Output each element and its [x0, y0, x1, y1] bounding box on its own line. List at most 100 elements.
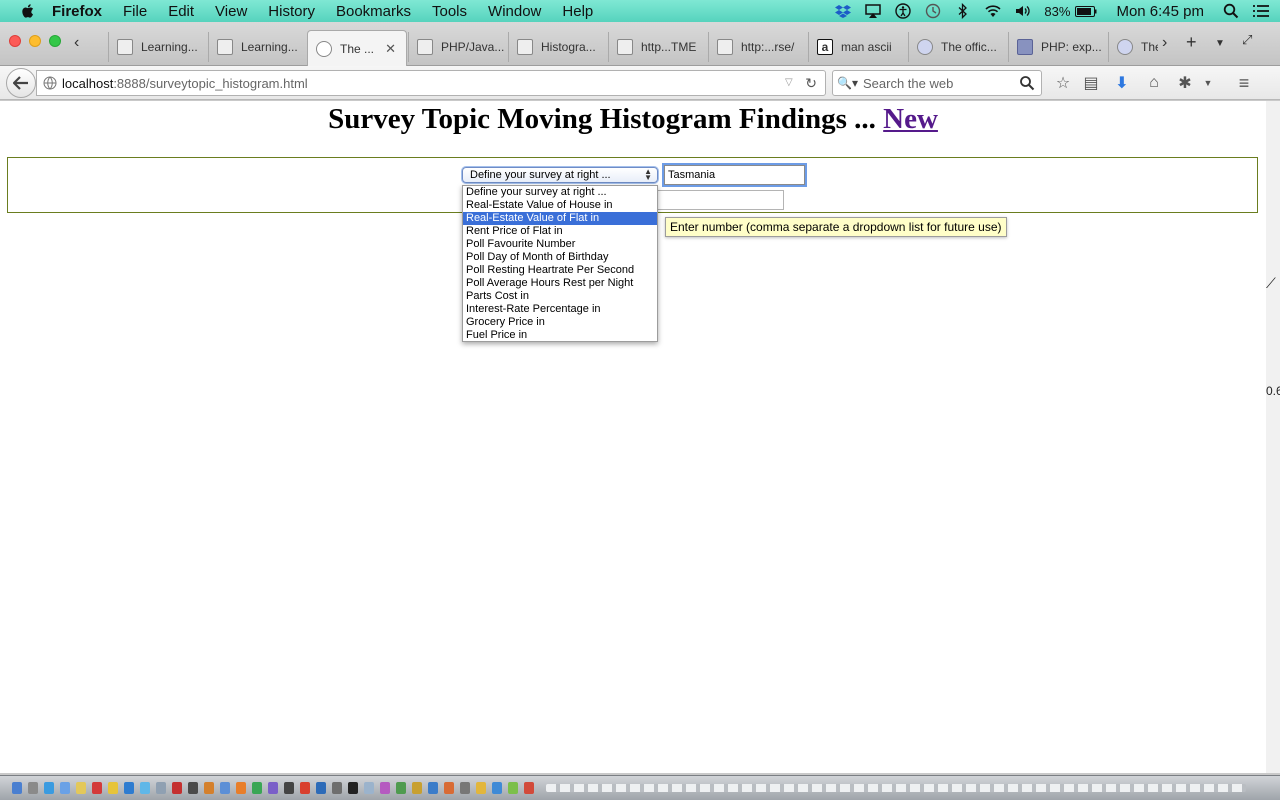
dock-app-icon[interactable]: [412, 782, 422, 794]
battery-icon[interactable]: [1074, 3, 1098, 19]
dropdown-option[interactable]: Interest-Rate Percentage in: [463, 303, 657, 316]
dock-calendar-icon[interactable]: [92, 782, 102, 794]
dock-preview-icon[interactable]: [156, 782, 166, 794]
home-icon[interactable]: ⌂: [1144, 73, 1164, 93]
reload-icon[interactable]: ↻: [805, 75, 817, 92]
dock-terminal-icon[interactable]: [188, 782, 198, 794]
tab-active[interactable]: The ... ✕: [307, 30, 407, 66]
menu-edit[interactable]: Edit: [168, 3, 194, 20]
dock-app-icon[interactable]: [268, 782, 278, 794]
dock-app-icon[interactable]: [396, 782, 406, 794]
tab-php-java[interactable]: PHP/Java...: [408, 32, 506, 62]
menu-window[interactable]: Window: [488, 3, 541, 20]
dock-app-icon[interactable]: [508, 782, 518, 794]
notification-center-icon[interactable]: [1252, 3, 1270, 19]
dropdown-option[interactable]: Define your survey at right ...: [463, 186, 657, 199]
dock-stickies-icon[interactable]: [108, 782, 118, 794]
dock-app-icon[interactable]: [300, 782, 310, 794]
dock-chrome-icon[interactable]: [524, 782, 534, 794]
dock-app-icon[interactable]: [460, 782, 470, 794]
tab-man-ascii[interactable]: a man ascii: [808, 32, 906, 62]
dock-mail-icon[interactable]: [60, 782, 70, 794]
search-bar[interactable]: 🔍▾ Search the web: [832, 70, 1042, 96]
dropdown-option[interactable]: Grocery Price in: [463, 316, 657, 329]
dock-app-icon[interactable]: [204, 782, 214, 794]
url-bar[interactable]: localhost:8888/surveytopic_histogram.htm…: [36, 70, 826, 96]
tabs-scroll-left-icon[interactable]: ‹: [74, 34, 79, 52]
search-engine-icon[interactable]: 🔍▾: [837, 76, 863, 90]
time-machine-icon[interactable]: [924, 3, 942, 19]
dropdown-option[interactable]: Fuel Price in: [463, 329, 657, 342]
dock-minimized-windows[interactable]: [546, 784, 1246, 792]
tab-learning-2[interactable]: Learning...: [208, 32, 306, 62]
dock-app-icon[interactable]: [492, 782, 502, 794]
new-link[interactable]: New: [883, 103, 938, 135]
url-history-dropdown-icon[interactable]: ▽: [785, 77, 795, 88]
minimize-window-button[interactable]: [29, 35, 41, 47]
dock-app-icon[interactable]: [172, 782, 182, 794]
spotlight-icon[interactable]: [1222, 3, 1240, 19]
dock-app-icon[interactable]: [364, 782, 374, 794]
new-tab-icon[interactable]: +: [1186, 32, 1197, 53]
dropdown-option[interactable]: Parts Cost in: [463, 290, 657, 303]
menu-history[interactable]: History: [268, 3, 315, 20]
tab-official[interactable]: The offic...: [908, 32, 1006, 62]
dock-firefox-icon[interactable]: [236, 782, 246, 794]
dock-app-store-icon[interactable]: [124, 782, 134, 794]
menu-file[interactable]: File: [123, 3, 147, 20]
dropdown-option[interactable]: Poll Average Hours Rest per Night: [463, 277, 657, 290]
dropdown-option[interactable]: Real-Estate Value of House in: [463, 199, 657, 212]
dock-app-icon[interactable]: [252, 782, 262, 794]
dock-app-icon[interactable]: [444, 782, 454, 794]
menu-app-firefox[interactable]: Firefox: [52, 3, 102, 20]
dock-app-icon[interactable]: [476, 782, 486, 794]
tab-php-exp[interactable]: PHP: exp...: [1008, 32, 1106, 62]
dropdown-option-selected[interactable]: Real-Estate Value of Flat in: [463, 212, 657, 225]
addon-icon[interactable]: ✱: [1175, 73, 1195, 93]
dropdown-option[interactable]: Poll Favourite Number: [463, 238, 657, 251]
dock-safari-icon[interactable]: [44, 782, 54, 794]
menu-help[interactable]: Help: [562, 3, 593, 20]
zoom-window-button[interactable]: [49, 35, 61, 47]
dock-app-icon[interactable]: [316, 782, 326, 794]
dock-app-icon[interactable]: [284, 782, 294, 794]
addon-dropdown-icon[interactable]: ▼: [1198, 73, 1218, 93]
close-window-button[interactable]: [9, 35, 21, 47]
apple-icon[interactable]: [18, 3, 38, 19]
dock-notes-icon[interactable]: [76, 782, 86, 794]
dock-app-icon[interactable]: [380, 782, 390, 794]
dropdown-option[interactable]: Poll Day of Month of Birthday: [463, 251, 657, 264]
list-all-tabs-icon[interactable]: ▼: [1215, 38, 1225, 49]
close-tab-icon[interactable]: ✕: [385, 41, 396, 57]
tab-histogram[interactable]: Histogra...: [508, 32, 606, 62]
search-icon[interactable]: [1019, 75, 1035, 91]
bookmark-star-icon[interactable]: ☆: [1053, 73, 1073, 93]
dock-launchpad-icon[interactable]: [28, 782, 38, 794]
bookmarks-menu-icon[interactable]: ▤: [1081, 73, 1101, 93]
bluetooth-icon[interactable]: [954, 3, 972, 19]
volume-icon[interactable]: [1014, 3, 1032, 19]
wifi-icon[interactable]: [984, 3, 1002, 19]
dock-app-icon[interactable]: [348, 782, 358, 794]
accessibility-icon[interactable]: [894, 3, 912, 19]
dropdown-option[interactable]: Rent Price of Flat in: [463, 225, 657, 238]
survey-value-input[interactable]: [657, 190, 784, 210]
menu-bookmarks[interactable]: Bookmarks: [336, 3, 411, 20]
tab-the-partial[interactable]: The: [1108, 32, 1158, 62]
tab-http-tme[interactable]: http...TME: [608, 32, 706, 62]
survey-topic-select[interactable]: Define your survey at right ... ▲ ▼: [462, 167, 658, 183]
dock-app-icon[interactable]: [428, 782, 438, 794]
dock-app-icon[interactable]: [332, 782, 342, 794]
fullscreen-icon[interactable]: ⤢: [1242, 32, 1252, 48]
tabs-scroll-right-icon[interactable]: ›: [1162, 34, 1167, 52]
menu-tools[interactable]: Tools: [432, 3, 467, 20]
menu-clock[interactable]: Mon 6:45 pm: [1116, 3, 1204, 20]
dock-finder-icon[interactable]: [12, 782, 22, 794]
location-input[interactable]: Tasmania: [664, 165, 805, 185]
tab-learning-1[interactable]: Learning...: [108, 32, 206, 62]
dock-app-icon[interactable]: [220, 782, 230, 794]
battery-percent[interactable]: 83%: [1044, 4, 1070, 19]
tab-http-rse[interactable]: http:...rse/: [708, 32, 806, 62]
dock-messages-icon[interactable]: [140, 782, 150, 794]
dropbox-icon[interactable]: [834, 3, 852, 19]
